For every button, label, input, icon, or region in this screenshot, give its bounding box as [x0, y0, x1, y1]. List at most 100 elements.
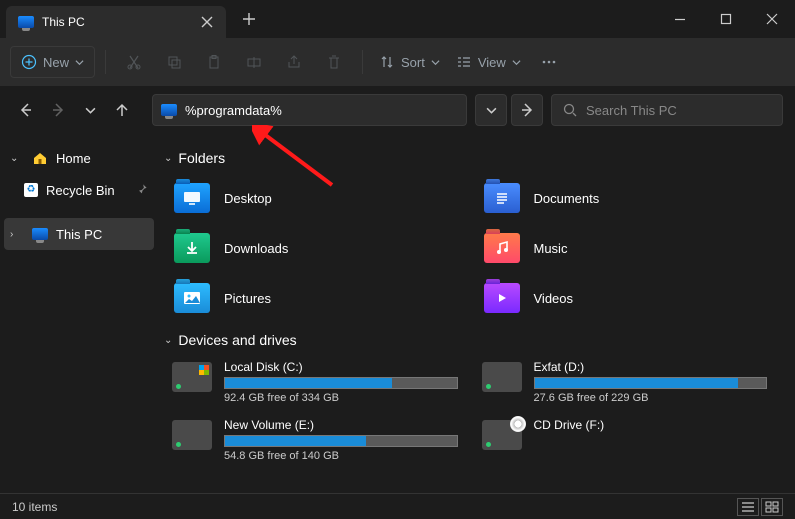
- navigation-pane: ⌄ Home Recycle Bin › This PC: [0, 134, 158, 493]
- sort-icon: [379, 54, 395, 70]
- grid-icon: [765, 501, 779, 513]
- folder-label: Desktop: [224, 191, 272, 206]
- chevron-down-icon: ⌄: [10, 153, 24, 164]
- list-icon: [741, 501, 755, 513]
- sort-button[interactable]: Sort: [373, 46, 446, 78]
- chevron-down-icon: [75, 58, 84, 67]
- share-icon: [286, 54, 302, 70]
- delete-button[interactable]: [316, 46, 352, 78]
- pictures-icon: [174, 283, 210, 313]
- window-controls: [657, 0, 795, 38]
- details-view-button[interactable]: [737, 498, 759, 516]
- new-button[interactable]: New: [10, 46, 95, 78]
- toolbar: New Sort View: [0, 38, 795, 86]
- folder-videos[interactable]: Videos: [480, 276, 790, 320]
- this-pc-icon: [32, 228, 48, 240]
- this-pc-icon: [161, 104, 177, 116]
- sidebar-label: Home: [56, 151, 91, 166]
- recycle-bin-icon: [24, 183, 38, 197]
- home-icon: [32, 150, 48, 166]
- folder-pictures[interactable]: Pictures: [170, 276, 480, 320]
- desktop-icon: [174, 183, 210, 213]
- paste-button[interactable]: [196, 46, 232, 78]
- sidebar-item-home[interactable]: ⌄ Home: [4, 142, 154, 174]
- share-button[interactable]: [276, 46, 312, 78]
- folder-desktop[interactable]: Desktop: [170, 176, 480, 220]
- drive-label: CD Drive (F:): [534, 418, 768, 432]
- rename-icon: [246, 54, 262, 70]
- chevron-down-icon: ⌄: [164, 153, 172, 164]
- thumbnails-view-button[interactable]: [761, 498, 783, 516]
- back-button[interactable]: [12, 96, 40, 124]
- sidebar-item-this-pc[interactable]: › This PC: [4, 218, 154, 250]
- more-button[interactable]: [531, 46, 567, 78]
- group-header-folders[interactable]: ⌄ Folders: [164, 150, 789, 166]
- folder-label: Music: [534, 241, 568, 256]
- address-history-button[interactable]: [475, 94, 507, 126]
- address-input[interactable]: [185, 103, 458, 118]
- new-tab-button[interactable]: [234, 4, 264, 34]
- drive-usage-bar: [534, 377, 768, 389]
- plus-circle-icon: [21, 54, 37, 70]
- drive-free-text: 92.4 GB free of 334 GB: [224, 392, 458, 404]
- chevron-down-icon: [512, 58, 521, 67]
- chevron-down-icon: [486, 105, 497, 116]
- minimize-button[interactable]: [657, 0, 703, 38]
- folder-documents[interactable]: Documents: [480, 176, 790, 220]
- downloads-icon: [174, 233, 210, 263]
- paste-icon: [206, 54, 222, 70]
- drive-exfat-d[interactable]: Exfat (D:) 27.6 GB free of 229 GB: [480, 358, 790, 406]
- delete-icon: [326, 54, 342, 70]
- drive-label: Exfat (D:): [534, 360, 768, 374]
- folder-downloads[interactable]: Downloads: [170, 226, 480, 270]
- folder-music[interactable]: Music: [480, 226, 790, 270]
- address-bar[interactable]: [152, 94, 467, 126]
- drive-cd-f[interactable]: CD Drive (F:): [480, 416, 790, 464]
- forward-button[interactable]: [44, 96, 72, 124]
- more-icon: [541, 54, 557, 70]
- recent-button[interactable]: [76, 96, 104, 124]
- plus-icon: [241, 11, 257, 27]
- chevron-right-icon: ›: [10, 229, 24, 240]
- group-header-drives[interactable]: ⌄ Devices and drives: [164, 332, 789, 348]
- search-box[interactable]: [551, 94, 783, 126]
- documents-icon: [484, 183, 520, 213]
- copy-button[interactable]: [156, 46, 192, 78]
- window-tab[interactable]: This PC: [6, 6, 226, 38]
- drive-usage-bar: [224, 435, 458, 447]
- main-area: ⌄ Home Recycle Bin › This PC ⌄ Folders: [0, 134, 795, 493]
- sidebar-label: This PC: [56, 227, 102, 242]
- go-button[interactable]: [511, 94, 543, 126]
- rename-button[interactable]: [236, 46, 272, 78]
- arrow-right-icon: [519, 102, 535, 118]
- drive-new-volume-e[interactable]: New Volume (E:) 54.8 GB free of 140 GB: [170, 416, 480, 464]
- close-icon: [764, 11, 780, 27]
- group-label: Folders: [178, 150, 225, 166]
- minimize-icon: [672, 11, 688, 27]
- sidebar-item-recycle-bin[interactable]: Recycle Bin: [4, 174, 154, 206]
- cut-icon: [126, 54, 142, 70]
- navigation-bar: [0, 86, 795, 134]
- cd-drive-icon: [482, 420, 522, 450]
- folder-label: Documents: [534, 191, 600, 206]
- title-bar: This PC: [0, 0, 795, 38]
- up-button[interactable]: [108, 96, 136, 124]
- videos-icon: [484, 283, 520, 313]
- group-label: Devices and drives: [178, 332, 296, 348]
- close-icon: [199, 14, 215, 30]
- close-window-button[interactable]: [749, 0, 795, 38]
- this-pc-icon: [18, 16, 34, 28]
- pin-icon: [137, 183, 148, 197]
- drive-icon: [482, 362, 522, 392]
- drive-local-c[interactable]: Local Disk (C:) 92.4 GB free of 334 GB: [170, 358, 480, 406]
- view-icon: [456, 54, 472, 70]
- view-button[interactable]: View: [450, 46, 527, 78]
- maximize-button[interactable]: [703, 0, 749, 38]
- drive-free-text: 54.8 GB free of 140 GB: [224, 450, 458, 462]
- tab-title: This PC: [42, 15, 190, 29]
- chevron-down-icon: [85, 105, 96, 116]
- sidebar-label: Recycle Bin: [46, 183, 115, 198]
- close-tab-button[interactable]: [198, 13, 216, 31]
- cut-button[interactable]: [116, 46, 152, 78]
- search-input[interactable]: [586, 103, 772, 118]
